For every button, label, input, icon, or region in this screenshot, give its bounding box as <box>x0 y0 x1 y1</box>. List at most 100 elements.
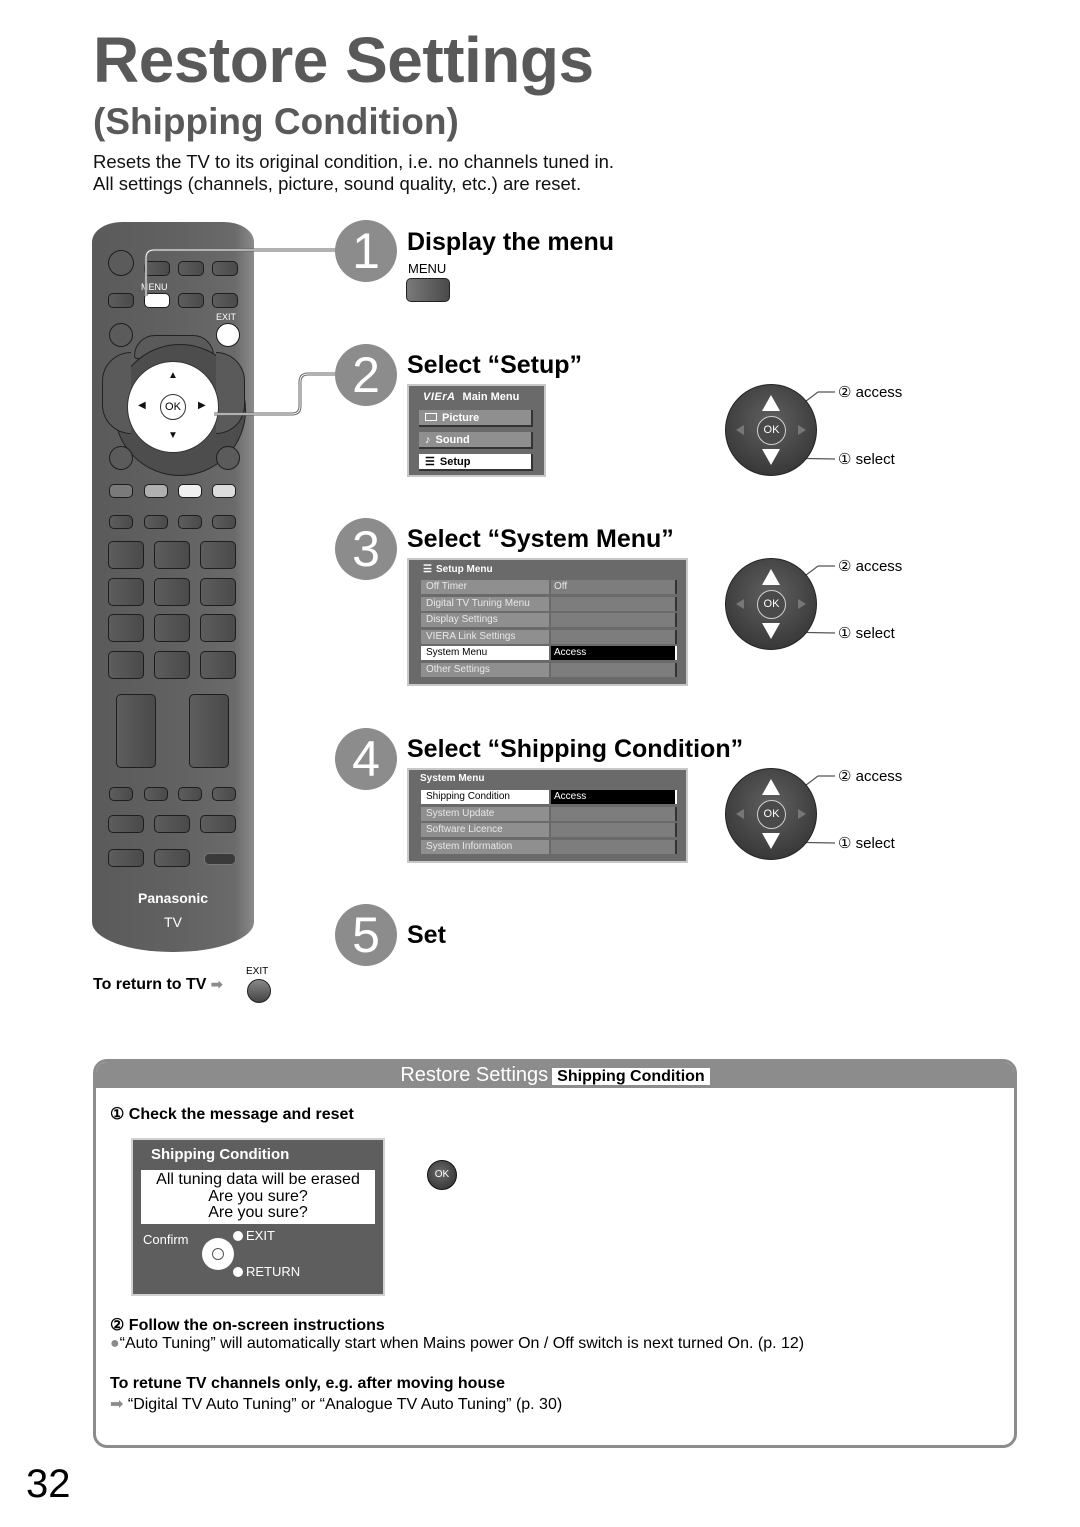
row-value <box>551 597 677 611</box>
arrow-right-icon: ➡ <box>110 1396 124 1413</box>
exit-key-label: EXIT <box>246 966 269 977</box>
right-arrow-icon <box>798 599 806 609</box>
main-menu-panel: VIErA Main Menu Picture ♪ Sound ☰ Setup <box>407 384 546 477</box>
setup-row-digital-tv-tuning[interactable]: Digital TV Tuning Menu <box>421 597 677 611</box>
main-menu-title: Main Menu <box>462 391 520 403</box>
ok-button-icon: OK <box>757 590 786 619</box>
up-arrow-icon <box>762 395 780 411</box>
navigation-pad: OK <box>725 558 817 650</box>
main-menu-item-picture[interactable]: Picture <box>419 410 533 427</box>
system-row-shipping-condition[interactable]: Shipping Condition Access <box>421 790 677 804</box>
box-title: Restore Settings <box>400 1064 549 1086</box>
dialog-return-option[interactable]: RETURN <box>233 1264 300 1279</box>
down-arrow-icon <box>762 623 780 639</box>
ok-button-icon: OK <box>757 800 786 829</box>
picture-icon <box>425 413 437 421</box>
row-value: Access <box>551 646 677 660</box>
arrow-right-icon: ➡ <box>210 976 223 992</box>
navigation-pad: OK <box>725 768 817 860</box>
auto-tuning-note-text: “Auto Tuning” will automatically start w… <box>119 1335 805 1352</box>
row-label: System Menu <box>421 646 549 660</box>
menu-key-icon <box>406 278 450 302</box>
step-check-message: ① Check the message and reset <box>110 1106 354 1123</box>
row-label: Other Settings <box>421 663 549 677</box>
step-follow-instructions: ② Follow the on-screen instructions <box>110 1317 385 1334</box>
bullet-icon <box>233 1267 243 1277</box>
menu-item-label: Picture <box>442 412 480 424</box>
setup-row-viera-link[interactable]: VIERA Link Settings <box>421 630 677 644</box>
left-arrow-icon <box>736 809 744 819</box>
dialog-message-line: Are you sure? <box>208 1187 308 1205</box>
setup-row-off-timer[interactable]: Off Timer Off <box>421 580 677 594</box>
select-label: ① select <box>838 625 895 642</box>
menu-item-label: Setup <box>439 456 471 468</box>
dialog-exit-option[interactable]: EXIT <box>233 1228 275 1243</box>
main-menu-item-sound[interactable]: ♪ Sound <box>419 432 533 449</box>
ok-button-icon: OK <box>757 416 786 445</box>
dialog-message-line: Are you sure? <box>208 1204 308 1221</box>
row-label: Shipping Condition <box>421 790 549 804</box>
confirmation-dialog: Shipping Condition All tuning data will … <box>131 1138 385 1296</box>
step-title: Display the menu <box>407 228 614 256</box>
left-arrow-icon <box>736 425 744 435</box>
system-row-system-update[interactable]: System Update <box>421 807 677 821</box>
access-label: ② access <box>838 384 903 401</box>
navigation-pad: OK <box>725 384 817 476</box>
exit-button-icon <box>247 979 271 1003</box>
step-number-badge: 3 <box>335 518 397 580</box>
list-icon: ☰ <box>423 564 432 575</box>
page-number: 32 <box>26 1462 71 1506</box>
exit-option-label: EXIT <box>246 1228 275 1243</box>
dialog-message: All tuning data will be erased Are you s… <box>141 1170 375 1224</box>
step-number-badge: 5 <box>335 904 397 966</box>
auto-tuning-note: ●“Auto Tuning” will automatically start … <box>110 1335 804 1353</box>
row-label: VIERA Link Settings <box>421 630 549 644</box>
menu-key-label: MENU <box>408 261 447 276</box>
row-value <box>551 630 677 644</box>
access-label: ② access <box>838 768 903 785</box>
dialog-title: Shipping Condition <box>151 1146 290 1163</box>
system-menu-title: System Menu <box>420 773 485 784</box>
row-value: Off <box>551 580 677 594</box>
up-arrow-icon <box>762 569 780 585</box>
row-value <box>551 663 677 677</box>
row-value: Access <box>551 790 677 804</box>
system-row-software-licence[interactable]: Software Licence <box>421 823 677 837</box>
box-header: Restore Settings Shipping Condition <box>96 1062 1014 1088</box>
connector-line-step2-inner <box>214 373 336 415</box>
ok-button-icon: OK <box>427 1160 457 1190</box>
list-icon: ☰ <box>425 456 435 468</box>
left-arrow-icon <box>736 599 744 609</box>
right-arrow-icon <box>798 425 806 435</box>
dialog-confirm-label: Confirm <box>143 1232 189 1247</box>
setup-row-system-menu[interactable]: System Menu Access <box>421 646 677 660</box>
step-number-badge: 4 <box>335 728 397 790</box>
menu-item-label: Sound <box>435 434 470 446</box>
connector-line-step1 <box>144 248 336 296</box>
row-label: System Information <box>421 840 549 854</box>
row-value <box>551 840 677 854</box>
row-value <box>551 807 677 821</box>
retune-heading: To retune TV channels only, e.g. after m… <box>110 1375 506 1392</box>
main-menu-item-setup[interactable]: ☰ Setup <box>419 454 533 471</box>
row-value <box>551 823 677 837</box>
row-value <box>551 613 677 627</box>
step-number-badge: 1 <box>335 220 397 282</box>
select-label: ① select <box>838 451 895 468</box>
system-row-system-information[interactable]: System Information <box>421 840 677 854</box>
note-icon: ♪ <box>425 434 431 446</box>
return-to-tv-label: To return to TV ➡ <box>93 976 223 994</box>
row-label: Display Settings <box>421 613 549 627</box>
setup-row-display-settings[interactable]: Display Settings <box>421 613 677 627</box>
row-label: Software Licence <box>421 823 549 837</box>
retune-reference: ➡ “Digital TV Auto Tuning” or “Analogue … <box>110 1394 562 1414</box>
return-to-tv-text: To return to TV <box>93 976 207 993</box>
dialog-message-line: All tuning data will be erased <box>156 1171 360 1188</box>
setup-row-other-settings[interactable]: Other Settings <box>421 663 677 677</box>
select-label: ① select <box>838 835 895 852</box>
setup-menu-panel: ☰ Setup Menu Off Timer Off Digital TV Tuni… <box>407 558 688 686</box>
connector-line-step1-inner <box>145 249 336 296</box>
ok-ring-icon <box>212 1248 224 1260</box>
down-arrow-icon <box>762 833 780 849</box>
box-title-chip: Shipping Condition <box>552 1068 710 1085</box>
